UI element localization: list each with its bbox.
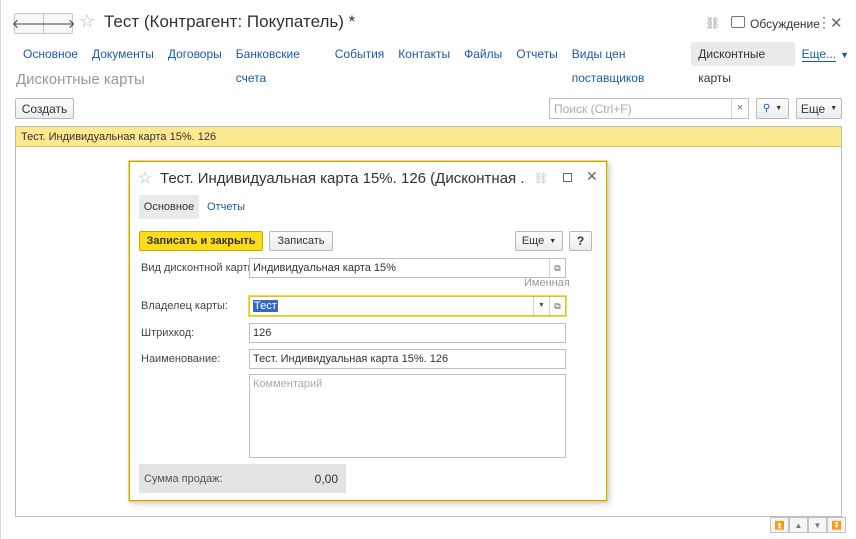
sales-sum-label: Сумма продаж:	[144, 473, 223, 485]
list-row[interactable]: Тест. Индивидуальная карта 15%. 126	[16, 127, 841, 147]
clear-search-button[interactable]: ×	[731, 99, 748, 118]
tab-main[interactable]: Основное	[16, 42, 85, 66]
tab-events[interactable]: События	[328, 42, 392, 66]
card-type-hint: Именная	[524, 277, 570, 289]
tab-supplier-price-types[interactable]: Виды цен поставщиков	[565, 42, 692, 85]
save-button[interactable]: Записать	[269, 231, 333, 251]
tab-contacts[interactable]: Контакты	[391, 42, 457, 66]
tab-reports[interactable]: Отчеты	[509, 42, 564, 66]
discount-card-dialog: ☆ Тест. Индивидуальная карта 15%. 126 (Д…	[129, 161, 607, 501]
search-input[interactable]	[550, 99, 730, 118]
favorite-star-icon[interactable]: ☆	[138, 168, 152, 188]
open-icon[interactable]: ⧉	[549, 297, 565, 315]
comment-field[interactable]: Комментарий	[249, 374, 566, 458]
tab-reports[interactable]: Отчеты	[207, 195, 245, 219]
link-icon[interactable]: ⛓	[534, 172, 548, 185]
chevron-down-icon: ▼	[549, 237, 557, 245]
tab-files[interactable]: Файлы	[457, 42, 509, 66]
name-field[interactable]: Тест. Индивидуальная карта 15%. 126	[249, 349, 566, 369]
chevron-down-icon[interactable]: ▼	[533, 297, 549, 315]
section-title: Дисконтные карты	[16, 71, 145, 88]
more-button-label: Еще	[800, 101, 826, 116]
tab-discount-cards[interactable]: Дисконтные карты	[691, 42, 795, 85]
chevron-down-icon: ▼	[840, 50, 849, 60]
chevron-down-icon: ▼	[775, 105, 783, 112]
name-label: Наименование:	[141, 353, 221, 365]
scroll-down-button[interactable]: ▼	[808, 517, 827, 533]
sales-sum-panel: Сумма продаж: 0,00	[139, 464, 346, 493]
more-menu-icon[interactable]: ⋮	[817, 14, 831, 31]
tab-more[interactable]: Еще... ▼	[795, 42, 856, 66]
chevron-down-icon: ▼	[830, 105, 838, 112]
double-up-icon: ⏫	[774, 520, 785, 530]
tab-more-label: Еще...	[801, 47, 837, 62]
search-icon: ⚲	[762, 103, 771, 114]
create-button[interactable]: Создать	[15, 98, 74, 119]
up-arrow-icon: ▲	[794, 520, 803, 530]
barcode-field[interactable]: 126	[249, 323, 566, 343]
tab-contracts[interactable]: Договоры	[161, 42, 229, 66]
tab-bank-accounts[interactable]: Банковские счета	[229, 42, 328, 85]
more-button[interactable]: Еще ▼	[796, 98, 842, 119]
window-title: Тест (Контрагент: Покупатель) *	[104, 12, 356, 31]
app-window: 🡐 🡒 ☆ Тест (Контрагент: Покупатель) * ⛓ …	[0, 0, 856, 539]
owner-value: Тест	[253, 300, 278, 312]
close-icon[interactable]: ✕	[586, 168, 598, 185]
open-icon[interactable]: ⧉	[549, 259, 565, 277]
card-type-field[interactable]: Индивидуальная карта 15% ⧉	[249, 258, 566, 278]
scroll-up-button[interactable]: ▲	[789, 517, 808, 533]
search-box: ×	[549, 98, 749, 119]
form-navigation: Основное Документы Договоры Банковские с…	[16, 42, 856, 85]
sales-sum-value: 0,00	[314, 472, 338, 486]
owner-label: Владелец карты:	[141, 300, 228, 312]
search-button[interactable]: ⚲ ▼	[756, 98, 789, 119]
down-arrow-icon: ▼	[813, 520, 822, 530]
owner-field[interactable]: Тест ▼ ⧉	[249, 296, 566, 316]
double-down-icon: ⏬	[831, 520, 842, 530]
barcode-label: Штрихкод:	[141, 327, 195, 339]
arrow-right-icon: 🡒	[40, 15, 76, 31]
forward-button[interactable]: 🡒	[40, 13, 76, 34]
save-and-close-button[interactable]: Записать и закрыть	[139, 231, 263, 251]
maximize-icon[interactable]	[563, 173, 572, 182]
close-icon[interactable]: ✕	[830, 14, 843, 32]
favorite-star-icon[interactable]: ☆	[79, 11, 95, 32]
card-type-label: Вид дисконтной карты:	[141, 262, 259, 274]
help-button[interactable]: ?	[569, 231, 592, 251]
link-icon[interactable]: ⛓	[705, 16, 720, 30]
scroll-first-button[interactable]: ⏫	[770, 517, 789, 533]
more-button-label: Еще	[521, 235, 545, 247]
more-button[interactable]: Еще ▼	[515, 231, 563, 251]
tab-main[interactable]: Основное	[139, 195, 199, 219]
scroll-last-button[interactable]: ⏬	[827, 517, 846, 533]
card-type-value: Индивидуальная карта 15%	[253, 262, 396, 274]
discussion-button[interactable]: Обсуждение	[750, 17, 820, 31]
tab-documents[interactable]: Документы	[85, 42, 161, 66]
discussion-icon[interactable]	[731, 16, 745, 28]
back-button[interactable]: 🡐	[12, 13, 46, 34]
dialog-title: Тест. Индивидуальная карта 15%. 126 (Дис…	[160, 170, 526, 187]
